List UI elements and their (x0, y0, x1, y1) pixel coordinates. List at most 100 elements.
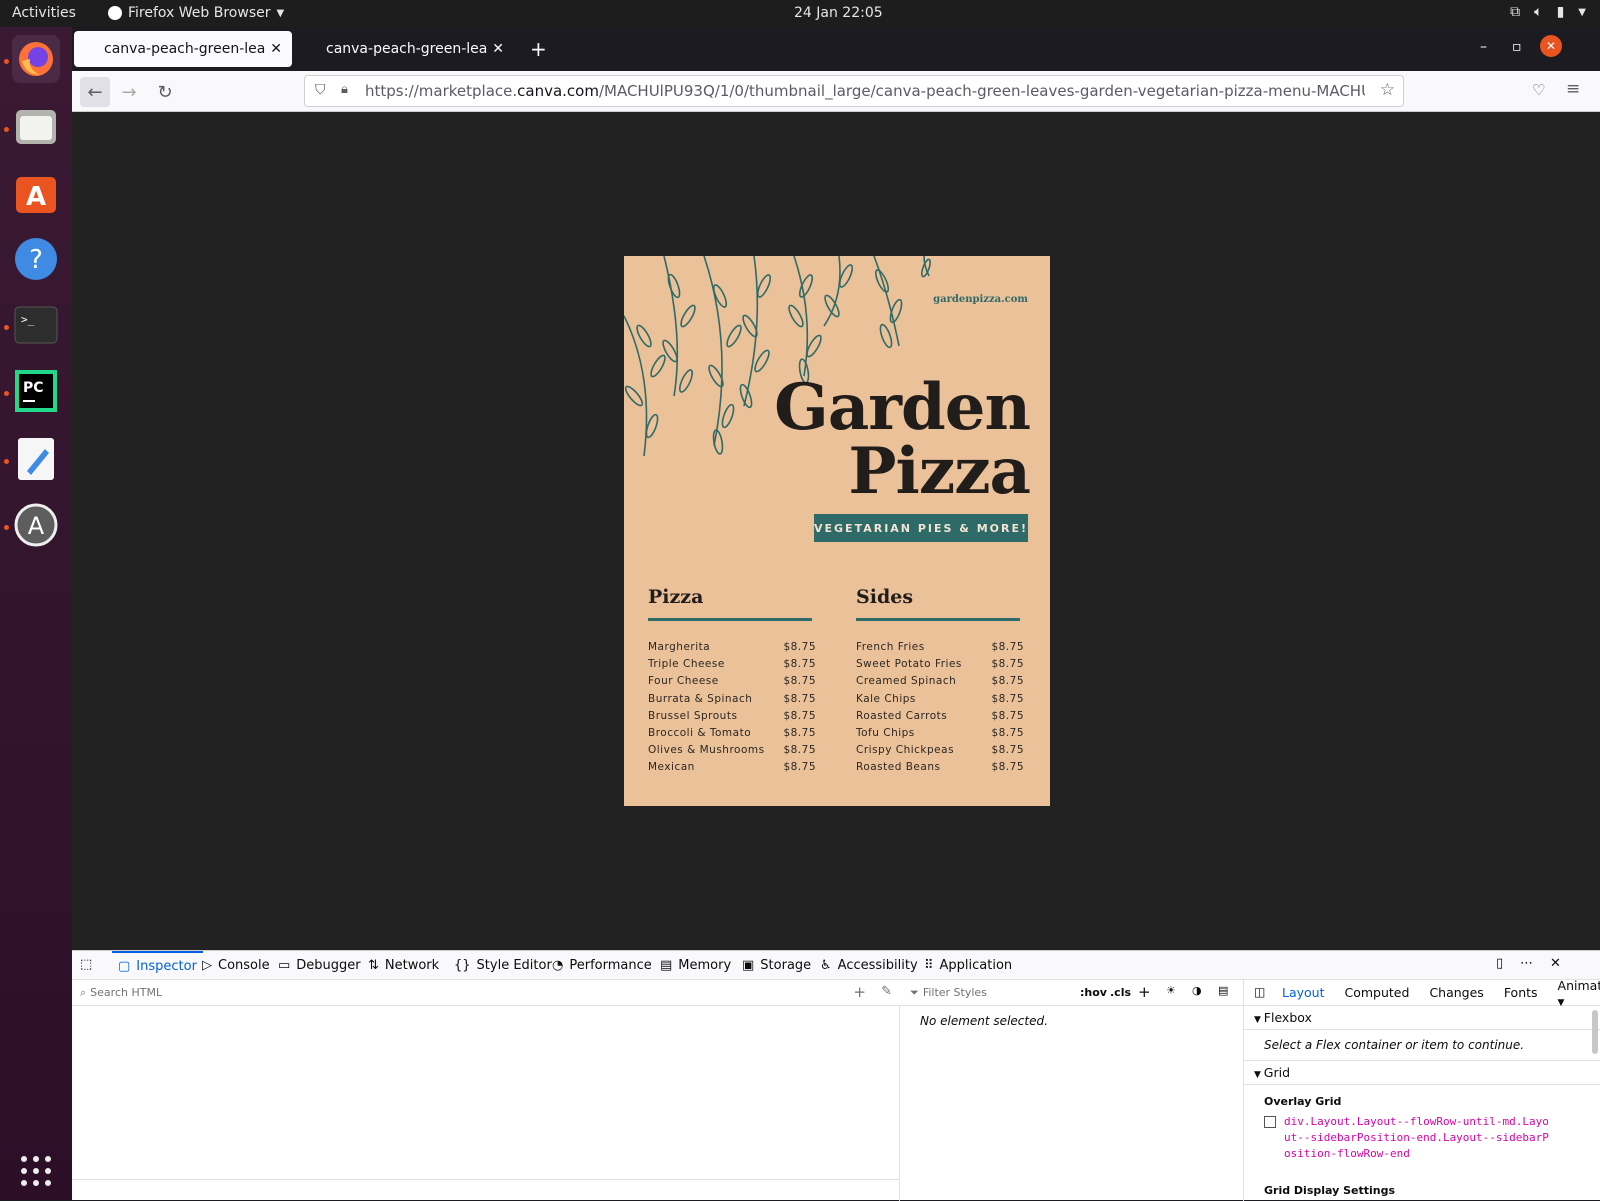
flexbox-header[interactable]: ▼ Flexbox (1244, 1006, 1600, 1030)
maximize-button[interactable]: ▫ (1512, 39, 1522, 55)
tab-network[interactable]: ⇅ Network (368, 951, 439, 980)
html-search-bar[interactable]: ⌕ Search HTML + ✎ (72, 980, 900, 1006)
minimize-button[interactable]: – (1480, 39, 1487, 55)
tab-memory[interactable]: ▤ Memory (660, 951, 731, 980)
pocket-icon[interactable]: ♡ (1532, 81, 1545, 99)
expand-icon: ▼ (1254, 1015, 1264, 1025)
window-close-button[interactable]: ✕ (1540, 35, 1562, 57)
tab-debugger[interactable]: ▭ Debugger (278, 951, 361, 980)
firefox-small-icon (108, 6, 122, 20)
address-bar[interactable]: ⛉ 🔒︎ https://marketplace.canva.com/MACHU… (304, 75, 1404, 107)
overlay-grid-label: Overlay Grid (1264, 1095, 1342, 1108)
app-menu-label: Firefox Web Browser (128, 5, 271, 21)
more-options-icon[interactable]: ⋯ (1520, 956, 1533, 971)
list-item: French Fries $8.75 (856, 641, 1024, 653)
section-divider (856, 618, 1020, 621)
tab-computed[interactable]: Computed (1345, 985, 1410, 1000)
element-picker-icon[interactable]: ⬚ (80, 957, 92, 972)
app-menu[interactable]: Firefox Web Browser ▼ (108, 5, 284, 21)
tab-changes[interactable]: Changes (1429, 985, 1483, 1000)
software-updater-icon[interactable]: A (12, 501, 60, 549)
grid-overlay-option[interactable]: div.Layout.Layout--flowRow-until-md.Layo… (1244, 1114, 1600, 1162)
gauge-icon: ◔ (552, 958, 564, 973)
bookmark-star-icon[interactable]: ☆ (1380, 80, 1395, 100)
scrollbar[interactable] (1592, 1010, 1598, 1054)
print-media-icon[interactable]: ▤ (1218, 984, 1228, 997)
sidebar-toggle-icon[interactable]: ◫ (1254, 985, 1265, 999)
add-rule-icon[interactable]: + (1138, 983, 1151, 1001)
expand-icon: ▼ (1254, 1070, 1264, 1080)
tab-storage[interactable]: ▣ Storage (742, 951, 811, 980)
shield-icon[interactable]: ⛉ (315, 82, 326, 98)
dark-theme-icon[interactable]: ◑ (1192, 984, 1202, 997)
tab-performance[interactable]: ◔ Performance (552, 951, 652, 980)
inspector-icon: ▢ (118, 959, 131, 974)
battery-icon: ▮ (1556, 4, 1565, 20)
overlay-checkbox[interactable] (1264, 1116, 1276, 1128)
tab-layout[interactable]: Layout (1282, 985, 1325, 1000)
hov-toggle[interactable]: :hov (1080, 986, 1107, 999)
dock-side-icon[interactable]: ▯ (1496, 956, 1503, 971)
markup-view[interactable] (72, 1006, 900, 1201)
clock[interactable]: 24 Jan 22:05 (794, 5, 883, 21)
url-text: https://marketplace.canva.com/MACHUlPU93… (365, 82, 1365, 100)
tab-inspector[interactable]: ▢ Inspector (112, 951, 203, 980)
cls-toggle[interactable]: .cls (1110, 986, 1131, 999)
lock-icon[interactable]: 🔒︎ (341, 82, 348, 97)
add-node-icon[interactable]: + (853, 983, 866, 1001)
svg-text:?: ? (29, 245, 43, 275)
help-icon[interactable]: ? (12, 235, 60, 283)
list-item: Kale Chips $8.75 (856, 692, 1024, 705)
text-editor-icon[interactable] (12, 435, 60, 483)
show-apps-icon[interactable] (20, 1155, 52, 1187)
chevron-down-icon: ▼ (1578, 6, 1586, 18)
software-center-icon[interactable]: A (12, 169, 60, 217)
svg-text:PC: PC (23, 380, 44, 396)
tab-fonts[interactable]: Fonts (1504, 985, 1538, 1000)
back-button[interactable]: ← (80, 77, 110, 107)
list-item: Creamed Spinach $8.75 (856, 675, 1024, 688)
grid-header[interactable]: ▼ Grid (1244, 1061, 1600, 1085)
terminal-icon[interactable]: >_ (12, 301, 60, 349)
activities-button[interactable]: Activities (12, 5, 76, 21)
list-item: Brussel Sprouts $8.75 (648, 709, 816, 722)
filter-styles-bar[interactable]: ⏷ Filter Styles :hov .cls + ☀ ◑ ▤ (900, 980, 1243, 1006)
console-icon: ▷ (202, 958, 212, 973)
tab-animations[interactable]: Animat ▼ (1558, 978, 1600, 1008)
close-devtools-icon[interactable]: ✕ (1550, 956, 1561, 971)
tab-active[interactable]: canva-peach-green-leaves-garden-vegetari… (74, 31, 292, 67)
tab-style-editor[interactable]: {} Style Editor (454, 951, 552, 980)
pycharm-icon[interactable]: PC (12, 367, 60, 415)
list-item: Four Cheese $8.75 (648, 675, 816, 688)
network-arrows-icon: ⇅ (368, 958, 379, 973)
pizza-section: Pizza Margherita $8.75 Triple Cheese $8.75… (648, 586, 816, 777)
tab-console[interactable]: ▷ Console (202, 951, 270, 980)
system-tray[interactable]: ⧉ 🔈︎ ▮ ▼ (1510, 4, 1586, 20)
grid-selector: div.Layout.Layout--flowRow-until-md.Layo… (1284, 1115, 1549, 1160)
chevron-down-icon: ▼ (276, 7, 285, 19)
tab-inactive[interactable]: canva-peach-green-leaves-garden-vegetari… (296, 31, 514, 67)
tab-accessibility[interactable]: ♿︎ Accessibility (820, 951, 918, 980)
devtools-panel: ⬚ ▢ Inspector ▷ Console ▭ Debugger ⇅ Network… (72, 950, 1600, 1201)
filter-placeholder: Filter Styles (922, 986, 987, 999)
close-tab-icon[interactable]: ✕ (270, 41, 282, 57)
close-tab-icon[interactable]: ✕ (492, 41, 504, 57)
search-icon: ⌕ (80, 985, 87, 999)
files-icon[interactable] (12, 103, 60, 151)
light-theme-icon[interactable]: ☀ (1166, 984, 1176, 997)
firefox-icon[interactable] (12, 35, 60, 83)
list-item: Sweet Potato Fries $8.75 (856, 658, 1024, 671)
tab-application[interactable]: ⠿ Application (924, 951, 1012, 980)
new-tab-button[interactable]: + (530, 37, 547, 61)
eyedropper-icon[interactable]: ✎ (881, 984, 892, 999)
grid-icon: ⠿ (924, 958, 934, 973)
accessibility-icon: ♿︎ (820, 958, 832, 973)
layout-tabs: Layout Computed Changes Fonts Animat ▼ (1244, 978, 1600, 1008)
reload-button[interactable]: ↻ (150, 77, 180, 107)
forward-button[interactable]: → (114, 77, 144, 107)
list-item: Crispy Chickpeas $8.75 (856, 744, 1024, 757)
hamburger-menu-icon[interactable]: ≡ (1566, 79, 1580, 99)
list-item: Broccoli & Tomato $8.75 (648, 727, 816, 740)
svg-text:A: A (28, 512, 45, 540)
section-divider (648, 618, 812, 621)
